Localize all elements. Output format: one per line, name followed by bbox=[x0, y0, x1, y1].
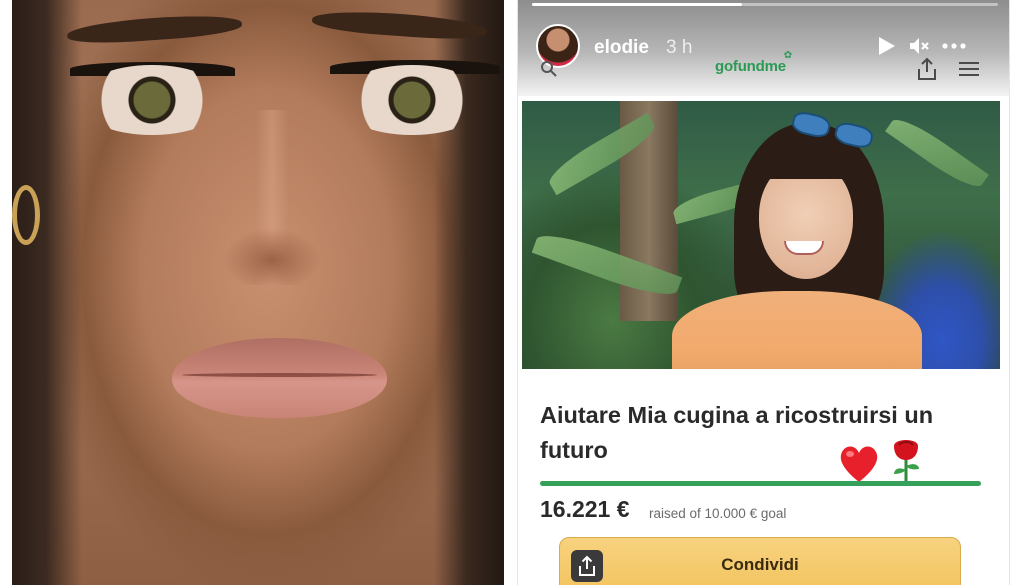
story-panel: elodie 3 h gofundme ✿ Aiutare Mia cugina… bbox=[517, 0, 1010, 585]
campaign-photo bbox=[522, 101, 1000, 369]
portrait-photo bbox=[12, 0, 504, 585]
gofundme-logo-text: gofundme bbox=[715, 58, 786, 75]
earring bbox=[12, 185, 40, 245]
fern-frond bbox=[885, 111, 989, 195]
eyebrow-left bbox=[66, 11, 243, 47]
username[interactable]: elodie bbox=[594, 37, 649, 59]
eye-left bbox=[77, 65, 227, 135]
raised-goal-note: raised of 10.000 € goal bbox=[649, 506, 787, 521]
heart-emoji-icon bbox=[840, 446, 878, 482]
raised-amount: 16.221 € bbox=[540, 496, 630, 522]
share-button[interactable]: Condividi bbox=[559, 537, 961, 585]
rose-emoji-icon bbox=[894, 440, 919, 484]
play-icon[interactable] bbox=[874, 34, 898, 58]
funding-progress-bar bbox=[540, 481, 981, 486]
share-button-label: Condividi bbox=[721, 555, 799, 574]
hair-left bbox=[12, 0, 82, 585]
menu-icon[interactable] bbox=[959, 61, 979, 77]
gofundme-logo[interactable]: gofundme ✿ bbox=[715, 50, 792, 75]
search-icon[interactable] bbox=[540, 60, 558, 78]
mute-icon[interactable] bbox=[907, 34, 931, 58]
lips bbox=[172, 338, 387, 418]
eye-right bbox=[337, 65, 487, 135]
gofundme-sprout-icon: ✿ bbox=[783, 50, 792, 61]
person-shirt bbox=[672, 291, 922, 369]
share-icon[interactable] bbox=[916, 57, 938, 81]
nose bbox=[217, 110, 327, 285]
story-progress-bar bbox=[532, 3, 998, 6]
story-progress-fill bbox=[532, 3, 742, 6]
funding-progress-fill bbox=[540, 481, 981, 486]
more-icon[interactable] bbox=[942, 34, 966, 58]
story-header bbox=[518, 0, 1009, 96]
post-time: 3 h bbox=[666, 37, 693, 58]
